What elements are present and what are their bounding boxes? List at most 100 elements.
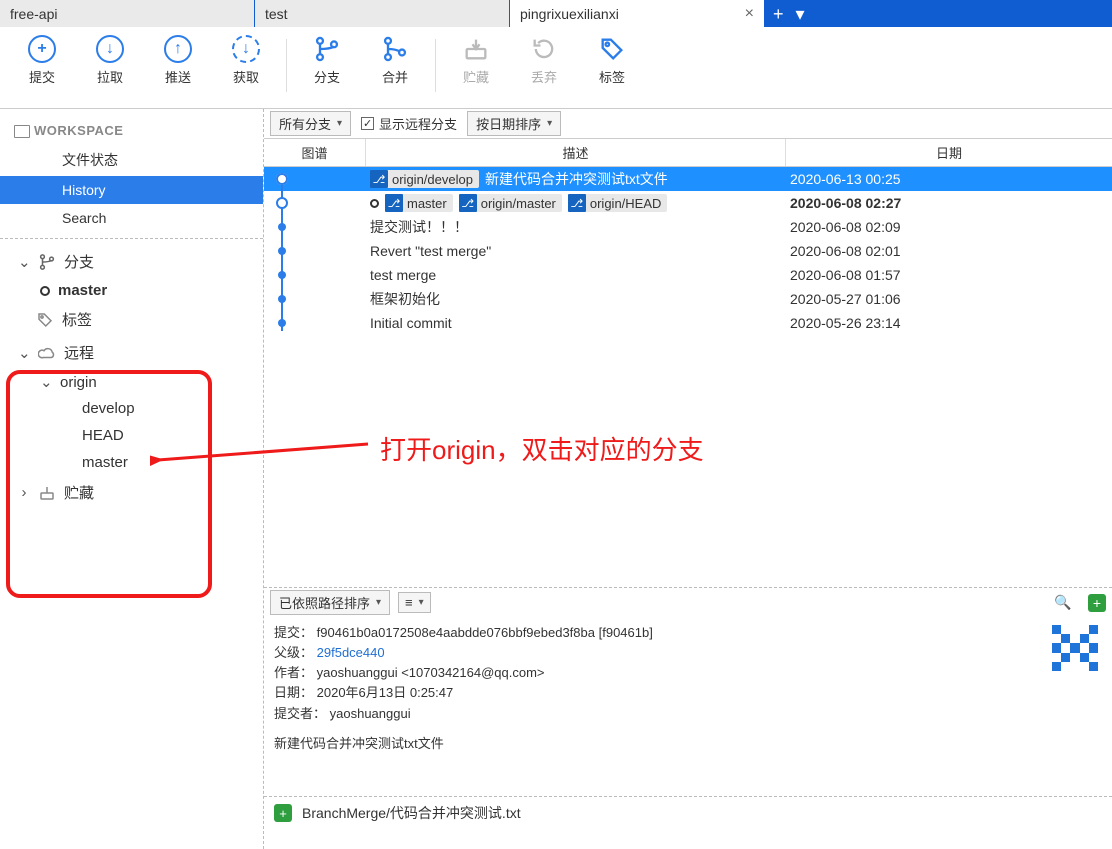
- history-row[interactable]: test merge 2020-06-08 01:57: [264, 263, 1112, 287]
- tag-icon: [36, 311, 54, 329]
- commit-desc: Initial commit: [370, 315, 452, 331]
- branch-icon: [38, 253, 56, 271]
- commit-committer: yaoshuanggui: [330, 706, 411, 721]
- history-row[interactable]: ⎇master ⎇origin/master ⎇origin/HEAD 2020…: [264, 191, 1112, 215]
- remote-branch-develop[interactable]: develop: [0, 395, 263, 422]
- cloud-icon: [38, 344, 56, 362]
- arrow-up-icon: ↑: [164, 35, 192, 63]
- sidebar-section-remotes[interactable]: ⌄ 远程: [0, 336, 263, 369]
- parent-hash-link[interactable]: 29f5dce440: [317, 645, 385, 660]
- commit-desc: 提交测试！！！: [370, 217, 468, 237]
- branch-badge: ⎇origin/HEAD: [568, 194, 668, 212]
- commit-date: 2020-06-08 02:09: [786, 219, 1112, 235]
- discard-icon: [530, 35, 558, 63]
- sidebar: WORKSPACE 文件状态 History Search ⌄ 分支 maste…: [0, 109, 264, 849]
- remote-branch-master[interactable]: master: [0, 449, 263, 476]
- sidebar-item-file-status[interactable]: 文件状态: [0, 144, 263, 176]
- branch-master[interactable]: master: [0, 278, 263, 303]
- branch-button[interactable]: 分支: [293, 33, 361, 108]
- branch-badge: ⎇master: [385, 194, 453, 212]
- view-mode-dropdown[interactable]: ≡▾: [398, 592, 431, 613]
- checkbox-checked-icon: ✓: [361, 117, 374, 130]
- chevron-right-icon: ›: [18, 484, 30, 501]
- commit-date: 2020-06-08 02:01: [786, 243, 1112, 259]
- avatar: [1052, 625, 1098, 671]
- path-sort-dropdown[interactable]: 已依照路径排序▾: [270, 590, 390, 615]
- tag-button[interactable]: 标签: [578, 33, 646, 108]
- history-row[interactable]: Initial commit 2020-05-26 23:14: [264, 311, 1112, 335]
- arrow-down-icon: ↓: [96, 35, 124, 63]
- commit-hash: f90461b0a0172508e4aabdde076bbf9ebed3f8ba…: [317, 625, 653, 640]
- sidebar-section-tags[interactable]: 标签: [0, 303, 263, 336]
- file-path: BranchMerge/代码合并冲突测试.txt: [302, 803, 521, 823]
- branch-badge-icon: ⎇: [568, 194, 586, 212]
- current-branch-dot-icon: [40, 286, 50, 296]
- show-remote-checkbox[interactable]: ✓显示远程分支: [361, 114, 457, 133]
- sidebar-section-stashes[interactable]: › 贮藏: [0, 476, 263, 509]
- close-icon[interactable]: ×: [745, 5, 754, 23]
- commit-desc: 新建代码合并冲突测试txt文件: [485, 169, 668, 189]
- tab-free-api[interactable]: free-api: [0, 0, 254, 27]
- caret-down-icon: ▾: [376, 597, 381, 608]
- col-graph: 图谱: [264, 139, 366, 166]
- tab-label: test: [265, 6, 288, 22]
- list-icon: ≡: [405, 595, 413, 610]
- plus-icon: +: [28, 35, 56, 63]
- commit-details: 提交： f90461b0a0172508e4aabdde076bbf9ebed3…: [264, 617, 1112, 797]
- history-body: ⎇origin/develop 新建代码合并冲突测试txt文件 2020-06-…: [264, 167, 1112, 587]
- diff-toolbar: 已依照路径排序▾ ≡▾ 🔍 +: [264, 587, 1112, 617]
- col-desc: 描述: [366, 139, 786, 166]
- commit-date: 2020-05-27 01:06: [786, 291, 1112, 307]
- tab-label: free-api: [10, 6, 57, 22]
- content-area: 所有分支▾ ✓显示远程分支 按日期排序▾ 图谱 描述 日期: [264, 109, 1112, 849]
- branch-filter-dropdown[interactable]: 所有分支▾: [270, 111, 351, 136]
- stash-icon: [462, 35, 490, 63]
- commit-date-full: 2020年6月13日 0:25:47: [317, 685, 454, 700]
- history-row[interactable]: ⎇origin/develop 新建代码合并冲突测试txt文件 2020-06-…: [264, 167, 1112, 191]
- remote-branch-head[interactable]: HEAD: [0, 422, 263, 449]
- sort-dropdown[interactable]: 按日期排序▾: [467, 111, 561, 136]
- search-icon[interactable]: 🔍: [1052, 594, 1074, 611]
- history-row[interactable]: 提交测试！！！ 2020-06-08 02:09: [264, 215, 1112, 239]
- changed-file-row[interactable]: + BranchMerge/代码合并冲突测试.txt: [264, 797, 1112, 829]
- commit-desc: Revert "test merge": [370, 243, 491, 259]
- push-button[interactable]: ↑推送: [144, 33, 212, 108]
- commit-button[interactable]: +提交: [8, 33, 76, 108]
- commit-date: 2020-06-08 02:27: [786, 195, 1112, 211]
- remote-origin[interactable]: ⌄ origin: [0, 369, 263, 395]
- tabs-actions: + ▾: [765, 0, 1112, 27]
- merge-button[interactable]: 合并: [361, 33, 429, 108]
- col-date: 日期: [786, 139, 1112, 166]
- sidebar-item-search[interactable]: Search: [0, 204, 263, 232]
- commit-date: 2020-06-13 00:25: [786, 171, 1112, 187]
- branch-badge: ⎇origin/master: [459, 194, 562, 212]
- arrow-down-dashed-icon: ↓: [232, 35, 260, 63]
- fetch-button[interactable]: ↓获取: [212, 33, 280, 108]
- commit-desc: test merge: [370, 267, 436, 283]
- branch-badge: ⎇origin/develop: [370, 170, 479, 188]
- sidebar-section-branches[interactable]: ⌄ 分支: [0, 245, 263, 278]
- branch-badge-icon: ⎇: [370, 170, 388, 188]
- commit-author: yaoshuanggui <1070342164@qq.com>: [317, 665, 545, 680]
- tab-menu-button[interactable]: ▾: [796, 5, 805, 23]
- history-row[interactable]: 框架初始化 2020-05-27 01:06: [264, 287, 1112, 311]
- expand-button[interactable]: +: [1088, 594, 1106, 612]
- discard-button[interactable]: 丢弃: [510, 33, 578, 108]
- stash-icon: [38, 484, 56, 502]
- toolbar-separator: [435, 39, 436, 92]
- tab-test[interactable]: test: [255, 0, 509, 27]
- caret-down-icon: ▾: [337, 118, 342, 129]
- commit-desc: 框架初始化: [370, 289, 440, 309]
- history-row[interactable]: Revert "test merge" 2020-06-08 02:01: [264, 239, 1112, 263]
- history-header: 图谱 描述 日期: [264, 139, 1112, 167]
- branch-badge-icon: ⎇: [459, 194, 477, 212]
- add-tab-button[interactable]: +: [773, 5, 784, 23]
- sidebar-item-history[interactable]: History: [0, 176, 263, 204]
- commit-date: 2020-06-08 01:57: [786, 267, 1112, 283]
- stash-button[interactable]: 贮藏: [442, 33, 510, 108]
- toolbar-separator: [286, 39, 287, 92]
- tab-pingrixuexilianxi[interactable]: pingrixuexilianxi ×: [510, 0, 764, 27]
- pull-button[interactable]: ↓拉取: [76, 33, 144, 108]
- branch-icon: [313, 35, 341, 63]
- workspace-heading: WORKSPACE: [0, 115, 263, 144]
